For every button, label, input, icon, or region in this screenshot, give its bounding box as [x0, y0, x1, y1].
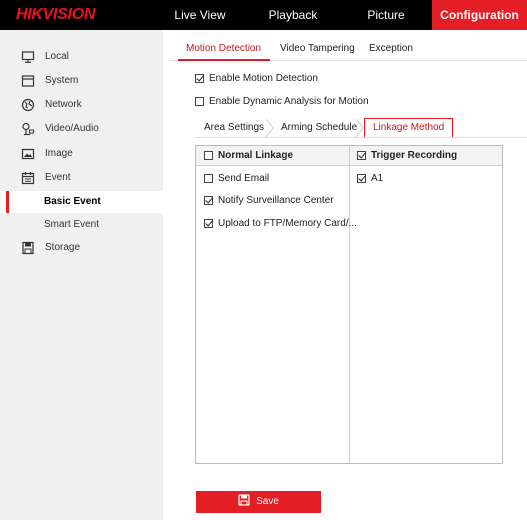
video-audio-icon — [21, 122, 35, 136]
checkbox-unchecked[interactable] — [204, 174, 213, 183]
column-divider — [349, 146, 350, 463]
image-icon — [21, 147, 35, 161]
sidebar-item-label: Event — [45, 172, 71, 183]
save-label: Save — [256, 496, 279, 507]
monitor-icon — [21, 50, 35, 64]
active-tab-underline — [178, 59, 270, 61]
checkbox-unchecked[interactable] — [204, 151, 213, 160]
hikvision-logo: HIKVISION — [16, 6, 96, 23]
checkbox-checked[interactable] — [357, 151, 366, 160]
calendar-icon — [21, 171, 35, 185]
save-button[interactable]: Save — [196, 491, 321, 513]
nav-live-view[interactable]: Live View — [165, 0, 235, 30]
sidebar-item-label: Local — [45, 51, 69, 62]
active-indicator — [6, 191, 9, 213]
checkbox-checked[interactable] — [204, 219, 213, 228]
globe-icon — [21, 98, 35, 112]
checkbox-checked[interactable] — [357, 174, 366, 183]
sidebar-item-event[interactable]: Event — [0, 166, 163, 190]
sidebar-subitem-smart-event[interactable]: Smart Event — [0, 214, 163, 236]
sidebar-item-label: Video/Audio — [45, 123, 99, 134]
sidebar-item-network[interactable]: Network — [0, 93, 163, 117]
checkbox-checked[interactable] — [204, 196, 213, 205]
tab-exception[interactable]: Exception — [369, 38, 413, 60]
linkage-panel: Normal Linkage Trigger Recording Send Em… — [195, 145, 503, 464]
sidebar-item-label: Network — [45, 99, 82, 110]
sidebar-item-storage[interactable]: Storage — [0, 236, 163, 260]
sidebar-item-label: Image — [45, 148, 73, 159]
sidebar-item-label: System — [45, 75, 79, 86]
tab-motion-detection[interactable]: Motion Detection — [186, 38, 261, 60]
trigger-a1-label: A1 — [371, 173, 384, 184]
top-navigation-bar: HIKVISION Live View Playback Picture Con… — [0, 0, 527, 30]
tab-video-tampering[interactable]: Video Tampering — [280, 38, 355, 60]
enable-motion-detection-label: Enable Motion Detection — [209, 73, 318, 84]
sidebar-item-label: Storage — [45, 242, 81, 253]
nav-picture[interactable]: Picture — [356, 0, 416, 30]
subtab-divider — [195, 137, 527, 138]
nav-playback[interactable]: Playback — [258, 0, 328, 30]
send-email-label: Send Email — [218, 173, 270, 184]
save-icon — [238, 494, 250, 506]
notify-surveillance-center-label: Notify Surveillance Center — [218, 195, 334, 206]
sidebar-item-image[interactable]: Image — [0, 142, 163, 166]
chevron-right-icon — [265, 118, 274, 138]
normal-linkage-label: Normal Linkage — [218, 150, 294, 161]
upload-ftp-label: Upload to FTP/Memory Card/... — [218, 218, 357, 229]
sidebar-subitem-basic-event[interactable]: Basic Event — [0, 191, 163, 213]
sidebar-item-video-audio[interactable]: Video/Audio — [0, 117, 163, 141]
subtab-arming-schedule[interactable]: Arming Schedule — [281, 118, 357, 138]
sidebar-subitem-label: Smart Event — [44, 219, 100, 230]
sidebar-item-local[interactable]: Local — [0, 45, 163, 69]
subtab-area-settings[interactable]: Area Settings — [204, 118, 264, 138]
trigger-recording-label: Trigger Recording — [371, 150, 458, 161]
checkbox-unchecked[interactable] — [195, 97, 204, 106]
storage-icon — [21, 241, 35, 255]
subtab-linkage-method[interactable]: Linkage Method — [364, 118, 454, 138]
sidebar-subitem-label: Basic Event — [44, 196, 101, 207]
sidebar-item-system[interactable]: System — [0, 69, 163, 93]
nav-configuration[interactable]: Configuration — [432, 0, 527, 30]
enable-dynamic-analysis-label: Enable Dynamic Analysis for Motion — [209, 96, 369, 107]
sidebar: Local System Network Video/Audio Image E… — [0, 30, 163, 520]
checkbox-checked[interactable] — [195, 74, 204, 83]
system-icon — [21, 74, 35, 88]
